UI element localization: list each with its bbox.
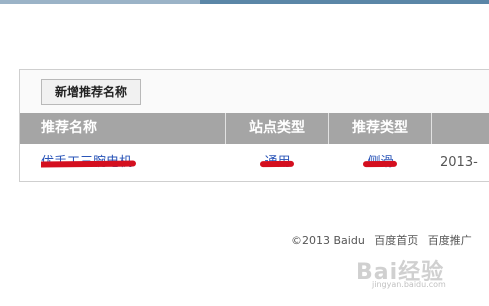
table-header: 推荐名称 站点类型 推荐类型 — [20, 113, 489, 144]
top-divider-dark — [200, 0, 489, 4]
column-header-date — [432, 113, 489, 144]
footer-link-home[interactable]: 百度首页 — [374, 234, 418, 247]
column-header-recommend-type: 推荐类型 — [329, 113, 432, 144]
add-recommend-name-button[interactable]: 新增推荐名称 — [41, 79, 141, 105]
cell-date: 2013- — [440, 155, 478, 170]
redaction-mark — [260, 160, 295, 168]
recommend-name-panel: 新增推荐名称 推荐名称 站点类型 推荐类型 优手工三腕电机 通用 侧滑 2013… — [19, 69, 489, 182]
recommend-name-link[interactable]: 优手工三腕电机 — [41, 144, 137, 181]
footer-link-promo[interactable]: 百度推广 — [428, 234, 472, 247]
copyright-text: ©2013 Baidu — [291, 234, 365, 247]
toolbar: 新增推荐名称 — [20, 70, 489, 113]
recommend-type-link[interactable]: 侧滑 — [363, 144, 398, 181]
redaction-mark — [41, 160, 137, 168]
redaction-mark — [363, 160, 398, 168]
watermark-url: jingyan.baidu.com — [372, 280, 446, 289]
column-header-name: 推荐名称 — [20, 113, 226, 144]
cell-name: 优手工三腕电机 — [41, 144, 221, 181]
column-header-site-type: 站点类型 — [226, 113, 329, 144]
footer: ©2013 Baidu 百度首页 百度推广 — [291, 232, 478, 248]
baidu-jingyan-watermark: Bai经验 jingyan.baidu.com — [356, 248, 466, 294]
cell-recommend-type: 侧滑 — [329, 144, 432, 181]
site-type-link[interactable]: 通用 — [260, 144, 295, 181]
table-row: 优手工三腕电机 通用 侧滑 2013- — [20, 144, 489, 181]
top-divider-light — [0, 0, 200, 4]
cell-site-type: 通用 — [226, 144, 329, 181]
